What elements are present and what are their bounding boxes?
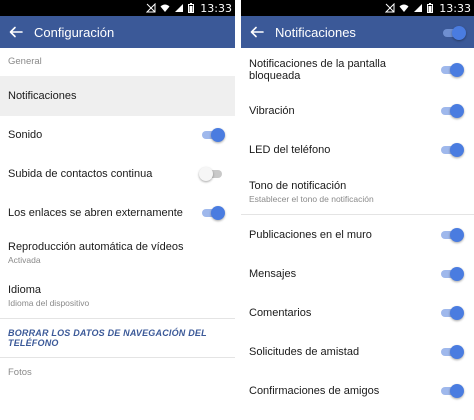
mensajes-toggle[interactable] (438, 266, 464, 281)
settings-item-enlaces-externos[interactable]: Los enlaces se abren externamente (0, 194, 235, 232)
arrow-back-icon[interactable] (8, 24, 24, 40)
app-bar: Configuración (0, 16, 235, 48)
item-sublabel: Establecer el tono de notificación (249, 194, 374, 204)
confirmaciones-amigos-toggle[interactable] (438, 383, 464, 398)
settings-screen: 13:33 Configuración General Notificacion… (0, 0, 235, 420)
item-label: Publicaciones en el muro (249, 228, 372, 241)
settings-item-idioma[interactable]: Idioma Idioma del dispositivo (0, 274, 235, 318)
item-label: Tono de notificación (249, 180, 347, 192)
item-label: Comentarios (249, 306, 312, 319)
clear-data-label: BORRAR LOS DATOS DE NAVEGACIÓN DEL TELÉF… (8, 328, 207, 348)
item-label: Notificaciones de la pantalla bloqueada (249, 58, 386, 82)
notifications-master-toggle[interactable] (440, 26, 466, 40)
status-time: 13:33 (200, 1, 232, 15)
item-sublabel: Idioma del dispositivo (8, 298, 90, 308)
settings-item-subida-contactos[interactable]: Subida de contactos continua (0, 154, 235, 194)
item-label: Solicitudes de amistad (249, 345, 360, 358)
subida-contactos-toggle[interactable] (199, 167, 225, 181)
status-bar: 13:33 (0, 0, 235, 16)
clear-data-button[interactable]: BORRAR LOS DATOS DE NAVEGACIÓN DEL TELÉF… (0, 319, 235, 357)
page-title: Notificaciones (275, 24, 356, 40)
wifi-icon (160, 4, 170, 12)
enlaces-externos-toggle[interactable] (199, 206, 225, 220)
notif-item-comentarios[interactable]: Comentarios (241, 293, 474, 332)
item-label: Mensajes (249, 267, 297, 280)
signal-icon (175, 4, 184, 12)
notif-item-mensajes[interactable]: Mensajes (241, 254, 474, 293)
pantalla-bloqueada-toggle[interactable] (438, 63, 464, 77)
sonido-toggle[interactable] (199, 128, 225, 142)
item-label: Subida de contactos continua (8, 168, 153, 180)
settings-item-sonido[interactable]: Sonido (0, 116, 235, 154)
battery-icon (188, 3, 195, 13)
section-header-fotos: Fotos (8, 367, 32, 378)
settings-item-notificaciones[interactable]: Notificaciones (0, 76, 235, 116)
notif-item-tono[interactable]: Tono de notificación Establecer el tono … (241, 170, 474, 214)
notif-item-publicaciones-muro[interactable]: Publicaciones en el muro (241, 215, 474, 254)
status-bar: 13:33 (241, 0, 474, 16)
battery-icon (427, 3, 434, 13)
notif-item-led[interactable]: LED del teléfono (241, 130, 474, 170)
item-label: Reproducción automática de vídeos (8, 241, 184, 253)
wifi-icon (399, 4, 409, 12)
item-label: Notificaciones (8, 90, 77, 102)
no-signal-icon (146, 3, 156, 13)
signal-icon (414, 4, 423, 12)
app-bar: Notificaciones (241, 16, 474, 48)
item-sublabel: Activada (8, 255, 41, 265)
comentarios-toggle[interactable] (438, 305, 464, 320)
notif-item-vibracion[interactable]: Vibración (241, 92, 474, 130)
section-header-general: General (8, 56, 42, 67)
page-title: Configuración (34, 24, 115, 40)
vibracion-toggle[interactable] (438, 104, 464, 118)
led-toggle[interactable] (438, 143, 464, 157)
notif-item-solicitudes-amistad[interactable]: Solicitudes de amistad (241, 332, 474, 371)
settings-item-reproduccion-videos[interactable]: Reproducción automática de vídeos Activa… (0, 232, 235, 274)
publicaciones-muro-toggle[interactable] (438, 227, 464, 242)
arrow-back-icon[interactable] (249, 24, 265, 40)
no-signal-icon (385, 3, 395, 13)
notif-item-confirmaciones-amigos[interactable]: Confirmaciones de amigos (241, 371, 474, 410)
item-label: Idioma (8, 284, 42, 296)
item-label: Los enlaces se abren externamente (8, 207, 183, 219)
notif-item-pantalla-bloqueada[interactable]: Notificaciones de la pantalla bloqueada (241, 48, 474, 92)
solicitudes-amistad-toggle[interactable] (438, 344, 464, 359)
status-time: 13:33 (439, 1, 471, 15)
item-label: LED del teléfono (249, 144, 331, 156)
item-label: Vibración (249, 105, 295, 117)
notifications-screen: 13:33 Notificaciones Notificaciones de l… (241, 0, 474, 420)
item-label: Sonido (8, 129, 43, 141)
item-label: Confirmaciones de amigos (249, 384, 380, 397)
